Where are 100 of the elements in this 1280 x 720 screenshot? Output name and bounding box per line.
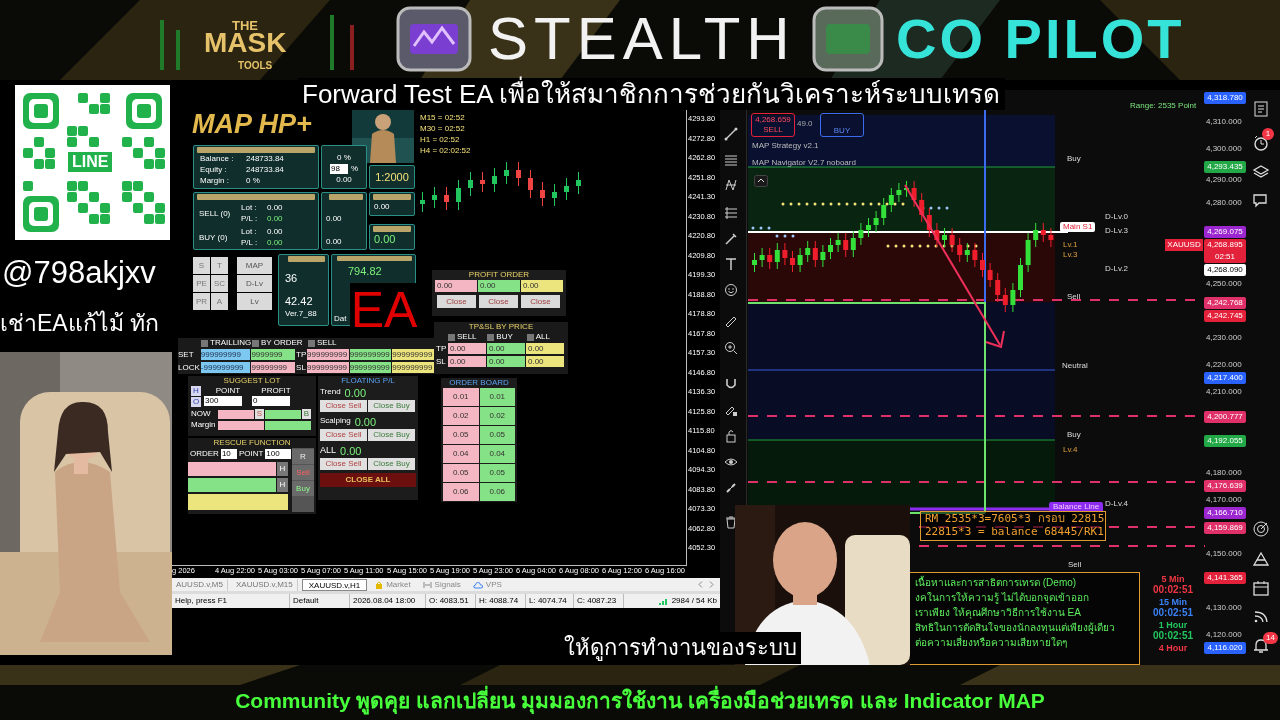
collapse-icon[interactable] [754, 175, 768, 187]
text-icon[interactable] [724, 257, 738, 271]
mountain-icon[interactable] [1252, 550, 1270, 568]
buy-button[interactable]: BUY [820, 113, 864, 137]
close-button[interactable]: Close Buy [368, 400, 415, 412]
value-field [218, 409, 254, 419]
row-label: ALL [320, 444, 336, 458]
lot-button[interactable]: 0.06 [443, 483, 479, 501]
sell-button[interactable]: 4,268.659 SELL [751, 113, 795, 137]
link-icon[interactable] [724, 481, 738, 495]
fib-levels-icon[interactable] [724, 206, 738, 220]
spread-value: 49.0 [797, 118, 813, 130]
close-button[interactable]: Close Sell [320, 458, 367, 470]
lot-button[interactable]: 0.01 [443, 388, 479, 406]
trend-line-icon[interactable] [724, 127, 738, 141]
mode-button[interactable]: PR [193, 293, 210, 310]
smiley-icon[interactable] [724, 283, 738, 297]
close-button[interactable]: Close [521, 295, 560, 308]
field-value: 248733.84 [246, 164, 284, 175]
close-button[interactable]: Close [437, 295, 476, 308]
value-field: 0.00 [478, 280, 520, 292]
toggle-button[interactable]: H [191, 386, 201, 396]
field-label: Lot : [241, 202, 258, 213]
list-icon[interactable] [1252, 100, 1270, 118]
hold-button[interactable]: H [277, 478, 288, 492]
toggle-button[interactable]: O [191, 397, 201, 407]
mode-button[interactable]: A [211, 293, 228, 310]
chart-tab[interactable]: XAUUSD.v,M15 [231, 578, 298, 591]
calendar-icon[interactable] [1252, 579, 1270, 597]
axis-label: 4,220.000 [1206, 359, 1242, 371]
candlestick [540, 181, 545, 207]
countdown-text: 00:02:51 [1152, 630, 1194, 642]
lot-button[interactable]: 0.05 [479, 426, 515, 444]
view-button[interactable]: MAP [237, 257, 272, 274]
row-label: Trend [320, 386, 341, 398]
lot-buy-key[interactable]: B [302, 409, 311, 419]
toolbar-tab[interactable]: VPS [485, 578, 502, 591]
chart-tab[interactable]: XAUUSD.v,H1 [301, 578, 368, 591]
input-field[interactable]: 300 [204, 396, 242, 406]
lock-icon[interactable] [724, 429, 738, 443]
panel-title: FLOATING P/L [340, 376, 396, 386]
close-button[interactable]: Close Sell [320, 429, 367, 441]
ruler-icon[interactable] [724, 315, 738, 329]
hold-button[interactable]: H [277, 462, 288, 476]
view-button[interactable]: D-Lv [237, 275, 272, 292]
lot-button[interactable]: 0.04 [479, 445, 515, 463]
mode-button[interactable]: S [193, 257, 210, 274]
view-button[interactable]: Lv [237, 293, 272, 310]
lot-button[interactable]: 0.01 [479, 388, 515, 406]
mode-button[interactable]: T [211, 257, 228, 274]
magnet-icon[interactable] [724, 377, 738, 391]
field-value: 0.00 [373, 201, 391, 213]
axis-label: 4,180.000 [1206, 467, 1242, 480]
candlestick [1025, 232, 1031, 273]
brush-icon[interactable] [724, 232, 738, 246]
pattern-icon[interactable] [724, 178, 738, 192]
toolbar-tab[interactable]: Market [386, 578, 411, 591]
close-button[interactable]: Close Buy [368, 458, 415, 470]
value-field: 999999999 [392, 349, 434, 360]
input-field[interactable]: 98 [329, 164, 348, 174]
lot-button[interactable]: 0.06 [479, 483, 515, 501]
input-field[interactable]: 10 [220, 449, 237, 459]
timer-text: H4 = 02:02:52 [420, 145, 472, 156]
close-button[interactable]: Close [479, 295, 518, 308]
disclaimer-text: สิทธิในการตัดสินใจของนักลงทุนแต่เพียงผู้เดียว [915, 621, 1116, 635]
close-button[interactable]: Close Sell [320, 400, 367, 412]
video-caption: Forward Test EA เพื่อให้สมาชิกการช่วยกันวิเคราะห์ระบบเทรด [298, 78, 1005, 110]
eye-icon[interactable] [724, 455, 738, 469]
lot-button[interactable]: 0.05 [443, 426, 479, 444]
candlestick [492, 167, 497, 193]
chart-tab[interactable]: AUUSD.v,M5 [172, 578, 228, 591]
indicator-label[interactable]: MAP Navigator V2.7 noboard [752, 157, 856, 169]
lot-sell-key[interactable]: S [255, 409, 264, 419]
input-field[interactable]: 0 [252, 396, 290, 406]
value-field: 0.00 [526, 356, 564, 367]
input-field[interactable]: 100 [265, 449, 292, 459]
lot-button[interactable]: 0.02 [443, 407, 479, 425]
lot-button[interactable]: 0.05 [479, 464, 515, 482]
chat-icon[interactable] [1252, 192, 1270, 210]
indicator-label[interactable]: MAP Strategy v2.1 [752, 140, 819, 152]
horizontal-lines-icon[interactable] [724, 153, 738, 167]
mode-button[interactable]: PE [193, 275, 210, 292]
target-icon[interactable] [1252, 520, 1270, 538]
lot-button[interactable]: 0.04 [443, 445, 479, 463]
alarm-clock-icon[interactable] [1252, 134, 1270, 152]
lot-button[interactable]: 0.05 [443, 464, 479, 482]
close-all-button[interactable]: CLOSE ALL [320, 473, 416, 487]
logo-text: STEALTH [488, 6, 796, 72]
app-icon [812, 6, 884, 72]
close-button[interactable]: Close Buy [368, 429, 415, 441]
chart-label: Balance Line [1049, 502, 1104, 512]
action-button[interactable]: Buy [292, 481, 314, 496]
mode-button[interactable]: SC [211, 275, 228, 292]
trash-icon[interactable] [724, 515, 738, 529]
stat-value: 36 [285, 271, 299, 286]
action-button[interactable]: R [292, 449, 314, 464]
lot-button[interactable]: 0.02 [479, 407, 515, 425]
toolbar-tab[interactable]: Signals [434, 578, 461, 591]
value-field: 0.00 [435, 280, 477, 292]
zoom-in-icon[interactable] [724, 341, 738, 355]
